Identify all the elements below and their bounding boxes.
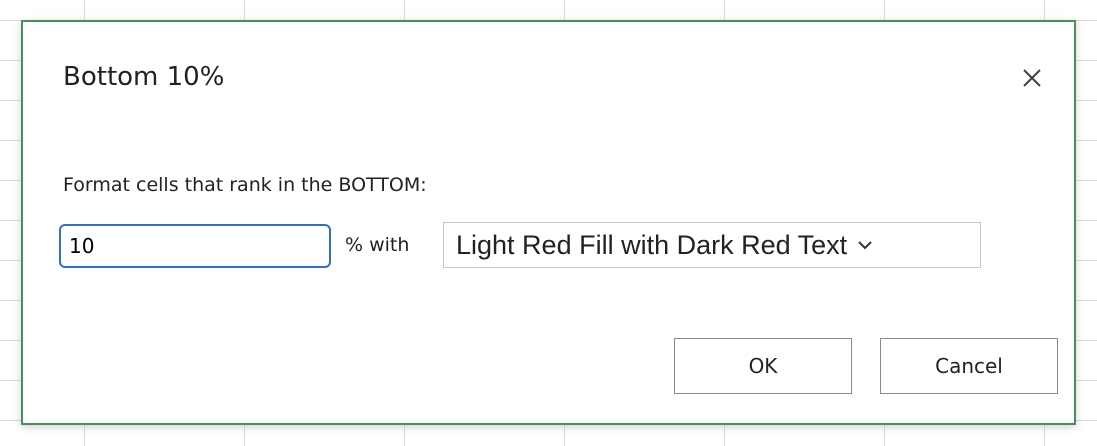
- format-style-select[interactable]: Light Red Fill with Dark Red Text: [443, 222, 981, 268]
- chevron-down-icon: [855, 235, 875, 255]
- close-icon: [1018, 64, 1046, 92]
- rank-percent-input[interactable]: [59, 224, 331, 268]
- close-button[interactable]: [1018, 64, 1046, 92]
- bottom-percent-dialog: Bottom 10% Format cells that rank in the…: [21, 20, 1076, 425]
- dialog-title: Bottom 10%: [63, 62, 225, 92]
- format-style-value: Light Red Fill with Dark Red Text: [456, 229, 848, 260]
- rank-prompt-label: Format cells that rank in the BOTTOM:: [63, 174, 427, 196]
- cancel-button[interactable]: Cancel: [880, 338, 1058, 394]
- ok-button[interactable]: OK: [674, 338, 852, 394]
- with-label: % with: [345, 234, 410, 256]
